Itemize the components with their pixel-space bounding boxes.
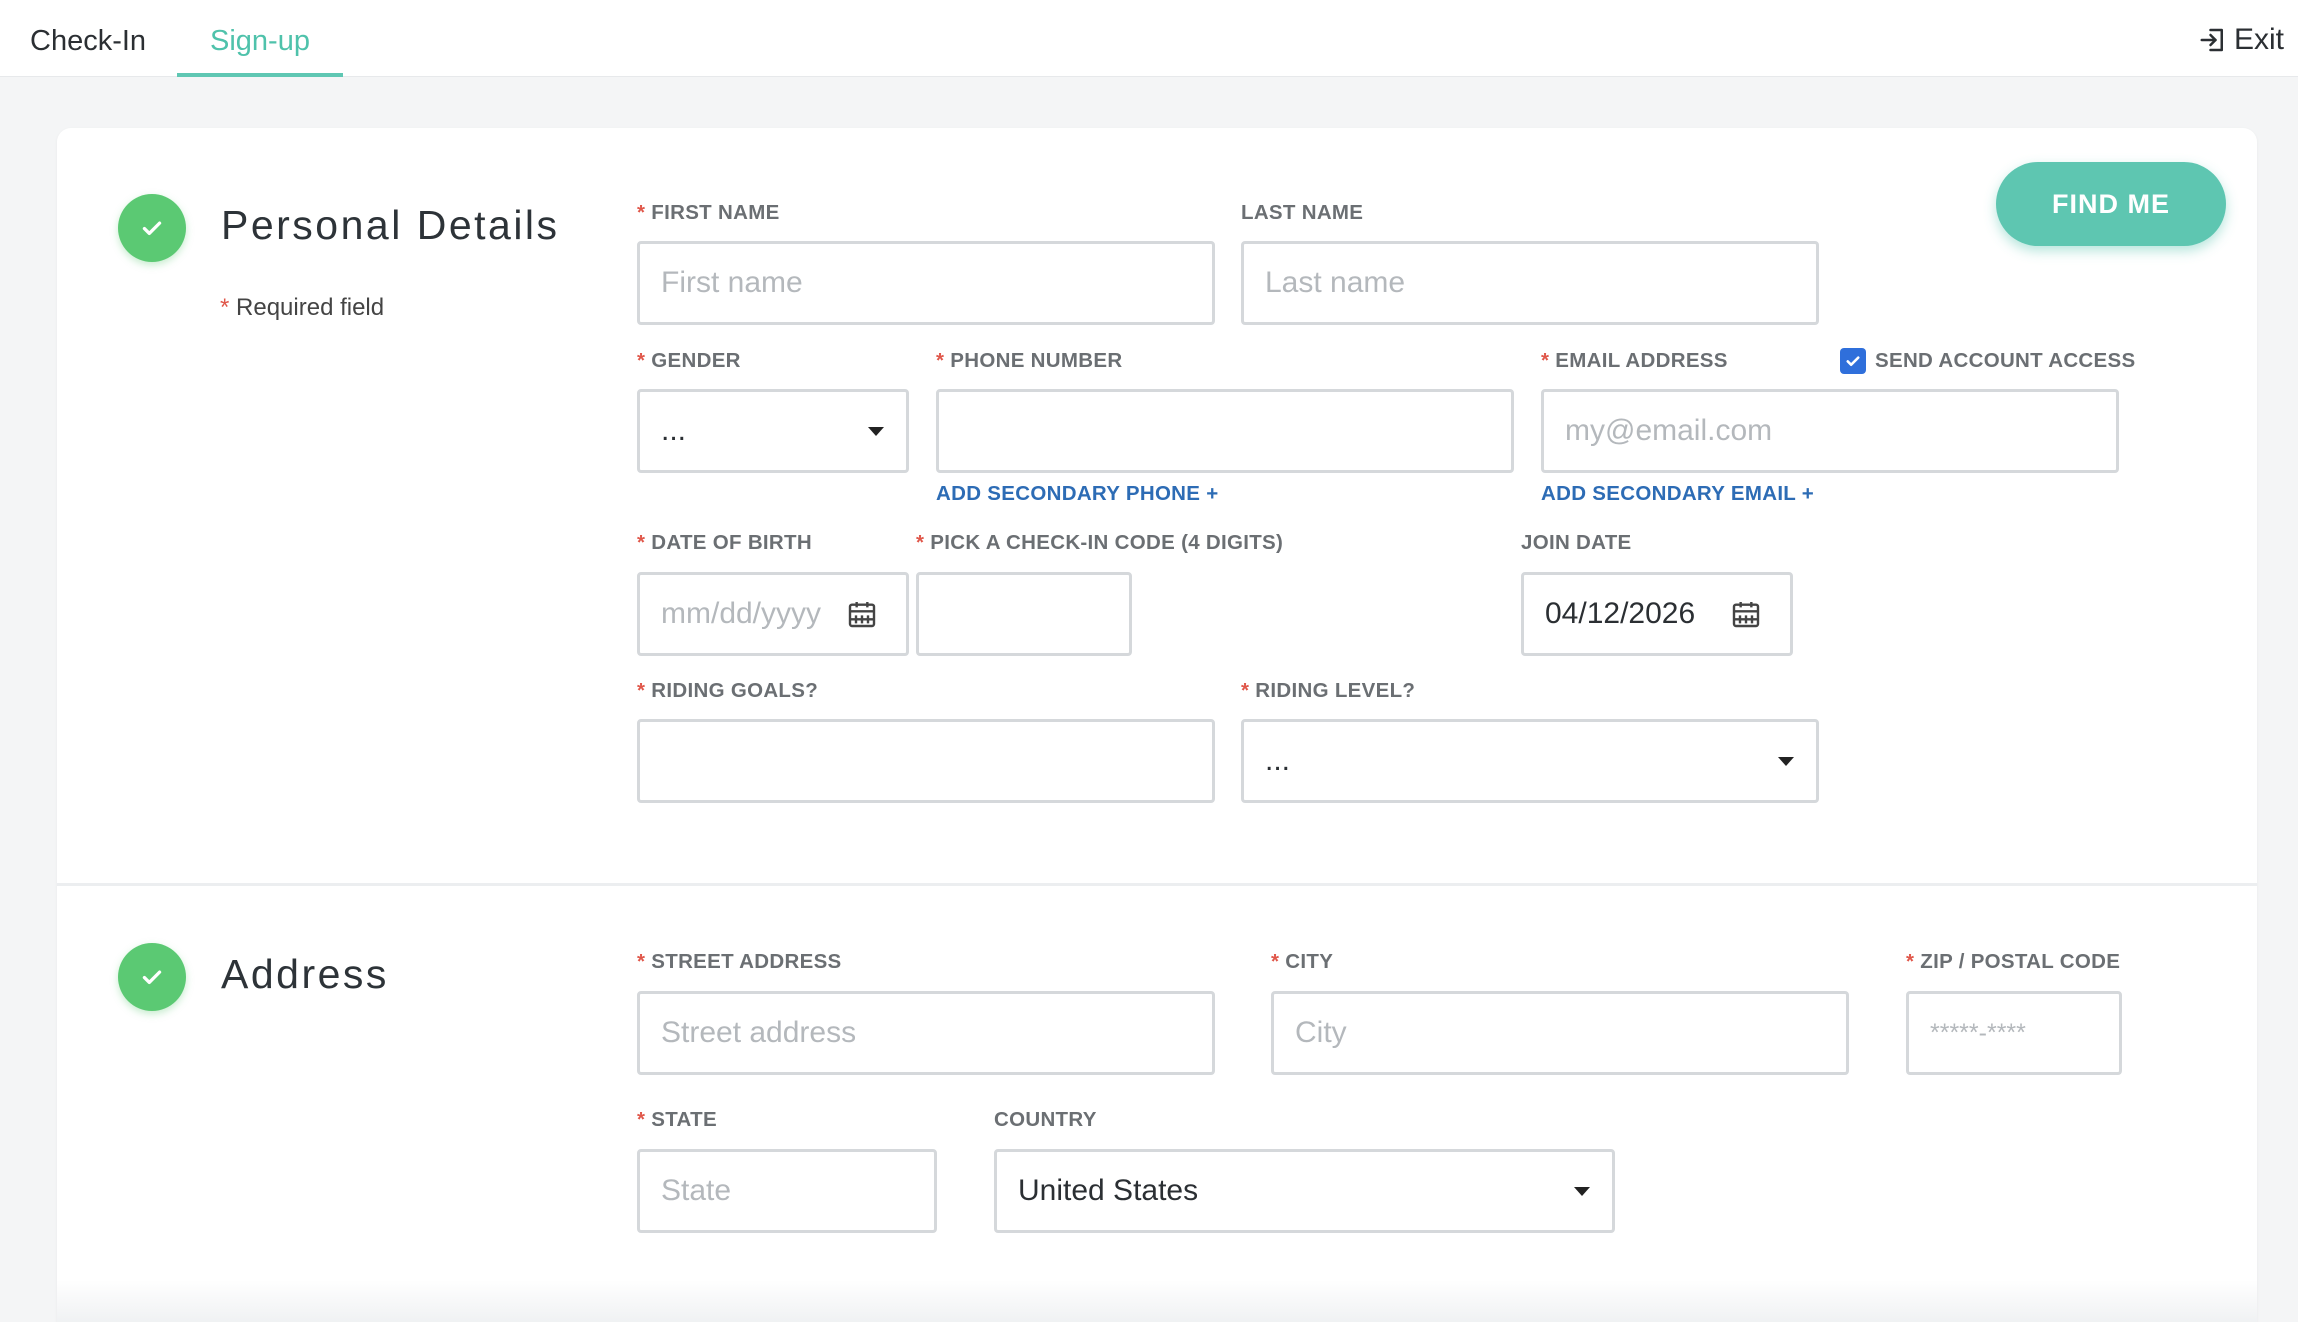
email-address-input[interactable]: my@email.com — [1541, 389, 2119, 473]
first-name-label: * FIRST NAME — [637, 201, 780, 224]
first-name-input[interactable]: First name — [637, 241, 1215, 325]
check-in-code-label: * PICK A CHECK-IN CODE (4 DIGITS) — [916, 531, 1284, 554]
phone-number-input[interactable] — [936, 389, 1514, 473]
calendar-icon[interactable] — [1730, 597, 1762, 631]
exit-label: Exit — [2233, 23, 2284, 56]
riding-goals-input[interactable] — [637, 719, 1215, 803]
exit-button[interactable]: Exit — [2198, 22, 2284, 58]
state-input[interactable]: State — [637, 1149, 937, 1233]
riding-level-value: ... — [1265, 744, 1291, 777]
chevron-down-icon — [1574, 1187, 1590, 1196]
country-select[interactable]: United States — [994, 1149, 1615, 1233]
city-label: * CITY — [1271, 950, 1334, 973]
gender-label: * GENDER — [637, 349, 741, 372]
add-secondary-phone-link[interactable]: ADD SECONDARY PHONE + — [936, 482, 1219, 506]
join-date-label: JOIN DATE — [1521, 531, 1632, 554]
street-address-input[interactable]: Street address — [637, 991, 1215, 1075]
last-name-input[interactable]: Last name — [1241, 241, 1819, 325]
required-star: * — [220, 294, 230, 321]
chevron-down-icon — [868, 427, 884, 436]
date-of-birth-label: * DATE OF BIRTH — [637, 531, 812, 554]
send-account-access-checkbox[interactable] — [1840, 348, 1866, 374]
calendar-icon[interactable] — [846, 597, 878, 631]
personal-details-complete-check-icon — [118, 194, 186, 262]
gender-value: ... — [661, 414, 687, 447]
chevron-down-icon — [1778, 757, 1794, 766]
state-label: * STATE — [637, 1108, 717, 1131]
checkmark-icon — [1846, 356, 1860, 367]
tab-check-in[interactable]: Check-In — [30, 0, 155, 77]
send-account-access-label: SEND ACCOUNT ACCESS — [1875, 349, 2136, 372]
last-name-placeholder: Last name — [1265, 266, 1406, 299]
required-field-text: Required field — [236, 294, 385, 321]
date-of-birth-input[interactable]: mm/dd/yyyy — [637, 572, 909, 656]
state-placeholder: State — [661, 1174, 732, 1207]
city-input[interactable]: City — [1271, 991, 1849, 1075]
join-date-value: 04/12/2026 — [1545, 597, 1696, 630]
riding-goals-label: * RIDING GOALS? — [637, 679, 819, 702]
address-title: Address — [221, 951, 389, 997]
zip-code-placeholder: *****-**** — [1930, 1018, 2026, 1047]
section-divider — [57, 883, 2257, 886]
zip-code-label: * ZIP / POSTAL CODE — [1906, 950, 2121, 973]
exit-icon — [2200, 28, 2223, 52]
first-name-placeholder: First name — [661, 266, 803, 299]
date-of-birth-placeholder: mm/dd/yyyy — [661, 597, 822, 630]
join-date-input[interactable]: 04/12/2026 — [1521, 572, 1793, 656]
phone-number-label: * PHONE NUMBER — [936, 349, 1123, 372]
address-complete-check-icon — [118, 943, 186, 1011]
required-field-note: * Required field — [220, 294, 384, 322]
country-label: COUNTRY — [994, 1108, 1097, 1131]
gender-select[interactable]: ... — [637, 389, 909, 473]
last-name-label: LAST NAME — [1241, 201, 1364, 224]
street-address-placeholder: Street address — [661, 1016, 857, 1049]
bottom-fade — [57, 1280, 2257, 1322]
riding-level-label: * RIDING LEVEL? — [1241, 679, 1416, 702]
email-address-label: * EMAIL ADDRESS — [1541, 349, 1728, 372]
personal-details-title: Personal Details — [221, 202, 560, 248]
country-value: United States — [1018, 1174, 1199, 1207]
street-address-label: * STREET ADDRESS — [637, 950, 842, 973]
city-placeholder: City — [1295, 1016, 1347, 1049]
email-placeholder: my@email.com — [1565, 414, 1773, 447]
check-in-code-input[interactable] — [916, 572, 1132, 656]
riding-level-select[interactable]: ... — [1241, 719, 1819, 803]
find-me-button[interactable]: FIND ME — [1996, 162, 2226, 246]
add-secondary-email-link[interactable]: ADD SECONDARY EMAIL + — [1541, 482, 1814, 506]
top-nav-bar: Check-In Sign-up Exit — [0, 0, 2298, 77]
tab-sign-up[interactable]: Sign-up — [177, 0, 343, 77]
zip-code-input[interactable]: *****-**** — [1906, 991, 2122, 1075]
